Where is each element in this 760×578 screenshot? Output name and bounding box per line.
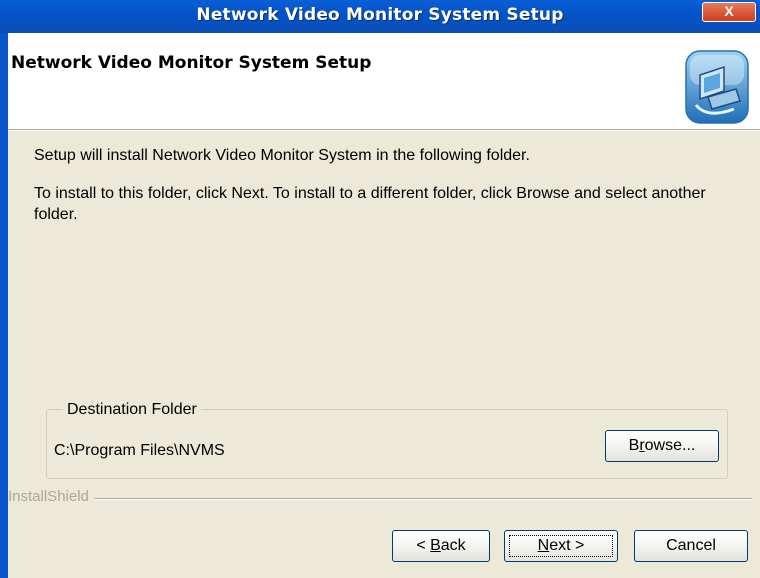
header-panel: Network Video Monitor System Setup (8, 33, 760, 130)
header-title: Network Video Monitor System Setup (11, 53, 372, 73)
dialog-client: Network Video Monitor System Setup Setup… (8, 33, 760, 578)
destination-folder-legend: Destination Folder (63, 401, 201, 419)
window-title: Network Video Monitor System Setup (196, 5, 564, 25)
back-button[interactable]: < Back (392, 530, 490, 562)
browse-label-end: owse... (644, 437, 696, 454)
back-label-end: ack (440, 537, 466, 554)
next-button[interactable]: Next > (504, 530, 618, 562)
focus-rectangle (509, 535, 613, 557)
close-button[interactable]: X (702, 2, 756, 22)
window-frame (0, 33, 8, 578)
cancel-button[interactable]: Cancel (634, 530, 748, 562)
browse-label-start: B (628, 437, 640, 454)
instruction-text: To install to this folder, click Next. T… (34, 185, 706, 223)
destination-path: C:\Program Files\NVMS (54, 442, 225, 459)
back-label-start: < (416, 537, 431, 554)
installshield-divider-highlight (8, 499, 752, 500)
installshield-brand: InstallShield (8, 488, 95, 505)
back-accelerator: B (430, 537, 441, 554)
title-bar[interactable]: Network Video Monitor System Setup X (0, 0, 760, 33)
browse-button[interactable]: Browse... (605, 430, 719, 462)
header-separator (8, 130, 760, 131)
setup-computer-icon (685, 50, 749, 124)
intro-text: Setup will install Network Video Monitor… (34, 147, 530, 164)
